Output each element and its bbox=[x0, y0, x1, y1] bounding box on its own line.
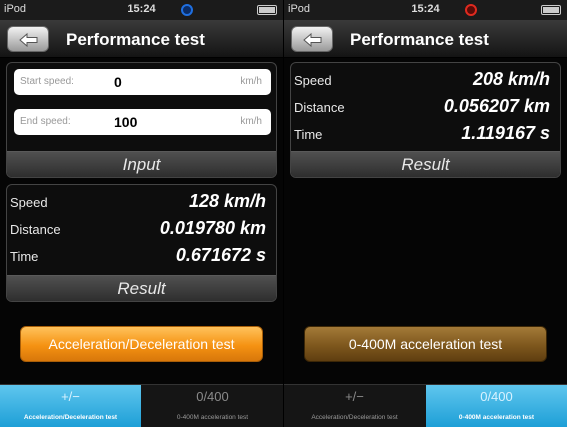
end-speed-input[interactable] bbox=[114, 111, 224, 133]
zero-four-hundred-icon: 0/400 bbox=[196, 389, 229, 404]
plus-minus-icon: +/− bbox=[345, 389, 364, 404]
speed-label: Speed bbox=[294, 73, 332, 88]
start-speed-field[interactable]: Start speed: km/h bbox=[14, 69, 271, 95]
recording-indicator-icon bbox=[465, 4, 477, 16]
battery-icon bbox=[541, 5, 561, 15]
tab-label: 0-400M acceleration test bbox=[458, 414, 535, 421]
back-button[interactable] bbox=[291, 26, 333, 52]
400m-acceleration-test-button[interactable]: 0-400M acceleration test bbox=[304, 326, 547, 362]
start-speed-input[interactable] bbox=[114, 71, 224, 93]
page-title: Performance test bbox=[66, 30, 205, 49]
distance-value: 0.056207 km bbox=[443, 96, 550, 116]
back-arrow-icon bbox=[19, 32, 38, 48]
end-speed-unit: km/h bbox=[240, 116, 262, 127]
time-value: 1.119167 s bbox=[461, 123, 550, 143]
result-row-speed: Speed 128 km/h bbox=[7, 189, 276, 215]
distance-value: 0.019780 km bbox=[159, 218, 266, 238]
time-value: 0.671672 s bbox=[175, 245, 266, 265]
tab-0-400m[interactable]: 0/400 0-400M acceleration test bbox=[142, 385, 283, 427]
tab-label: 0-400M acceleration test bbox=[176, 414, 249, 421]
page-title: Performance test bbox=[350, 30, 489, 49]
speed-value: 208 km/h bbox=[472, 69, 550, 89]
time-label: Time bbox=[10, 249, 39, 264]
distance-label: Distance bbox=[10, 222, 61, 237]
tab-label: Acceleration/Deceleration test bbox=[311, 414, 398, 421]
result-row-time: Time 0.671672 s bbox=[7, 243, 276, 269]
result-panel-footer: Result bbox=[291, 151, 560, 177]
tab-0-400m[interactable]: 0/400 0-400M acceleration test bbox=[426, 385, 567, 427]
zero-four-hundred-icon: 0/400 bbox=[480, 389, 513, 404]
tab-label: Acceleration/Deceleration test bbox=[23, 414, 118, 421]
result-row-distance: Distance 0.019780 km bbox=[7, 216, 276, 242]
speed-label: Speed bbox=[10, 195, 48, 210]
result-panel-footer: Result bbox=[7, 275, 276, 301]
acceleration-deceleration-test-button[interactable]: Acceleration/Deceleration test bbox=[20, 326, 263, 362]
screen-acceleration-test: iPod 15:24 Performance test Start speed:… bbox=[0, 0, 283, 427]
result-panel: Speed 208 km/h Distance 0.056207 km Time… bbox=[290, 62, 561, 178]
status-bar: iPod 15:24 bbox=[284, 0, 567, 20]
back-button[interactable] bbox=[7, 26, 49, 52]
navigation-bar: Performance test bbox=[284, 20, 567, 58]
input-panel-footer: Input bbox=[7, 151, 276, 177]
clock: 15:24 bbox=[127, 3, 156, 15]
input-panel: Start speed: km/h End speed: km/h Input bbox=[6, 62, 277, 178]
speed-value: 128 km/h bbox=[188, 191, 266, 211]
end-speed-label: End speed: bbox=[20, 116, 71, 127]
start-speed-unit: km/h bbox=[240, 76, 262, 87]
tab-bar: +/− Acceleration/Deceleration test 0/400… bbox=[0, 384, 283, 427]
result-row-distance: Distance 0.056207 km bbox=[291, 94, 560, 120]
plus-minus-icon: +/− bbox=[61, 389, 80, 404]
result-row-speed: Speed 208 km/h bbox=[291, 67, 560, 93]
tab-acceleration-deceleration[interactable]: +/− Acceleration/Deceleration test bbox=[0, 385, 141, 427]
time-label: Time bbox=[294, 127, 323, 142]
screen-400m-test: iPod 15:24 Performance test Speed 208 km… bbox=[284, 0, 567, 427]
tab-bar: +/− Acceleration/Deceleration test 0/400… bbox=[284, 384, 567, 427]
start-speed-label: Start speed: bbox=[20, 76, 74, 87]
end-speed-field[interactable]: End speed: km/h bbox=[14, 109, 271, 135]
result-panel: Speed 128 km/h Distance 0.019780 km Time… bbox=[6, 184, 277, 302]
status-bar: iPod 15:24 bbox=[0, 0, 283, 20]
result-row-time: Time 1.119167 s bbox=[291, 121, 560, 147]
clock: 15:24 bbox=[411, 3, 440, 15]
tab-acceleration-deceleration[interactable]: +/− Acceleration/Deceleration test bbox=[284, 385, 425, 427]
battery-icon bbox=[257, 5, 277, 15]
back-arrow-icon bbox=[303, 32, 322, 48]
distance-label: Distance bbox=[294, 100, 345, 115]
navigation-bar: Performance test bbox=[0, 20, 283, 58]
recording-indicator-icon bbox=[181, 4, 193, 16]
